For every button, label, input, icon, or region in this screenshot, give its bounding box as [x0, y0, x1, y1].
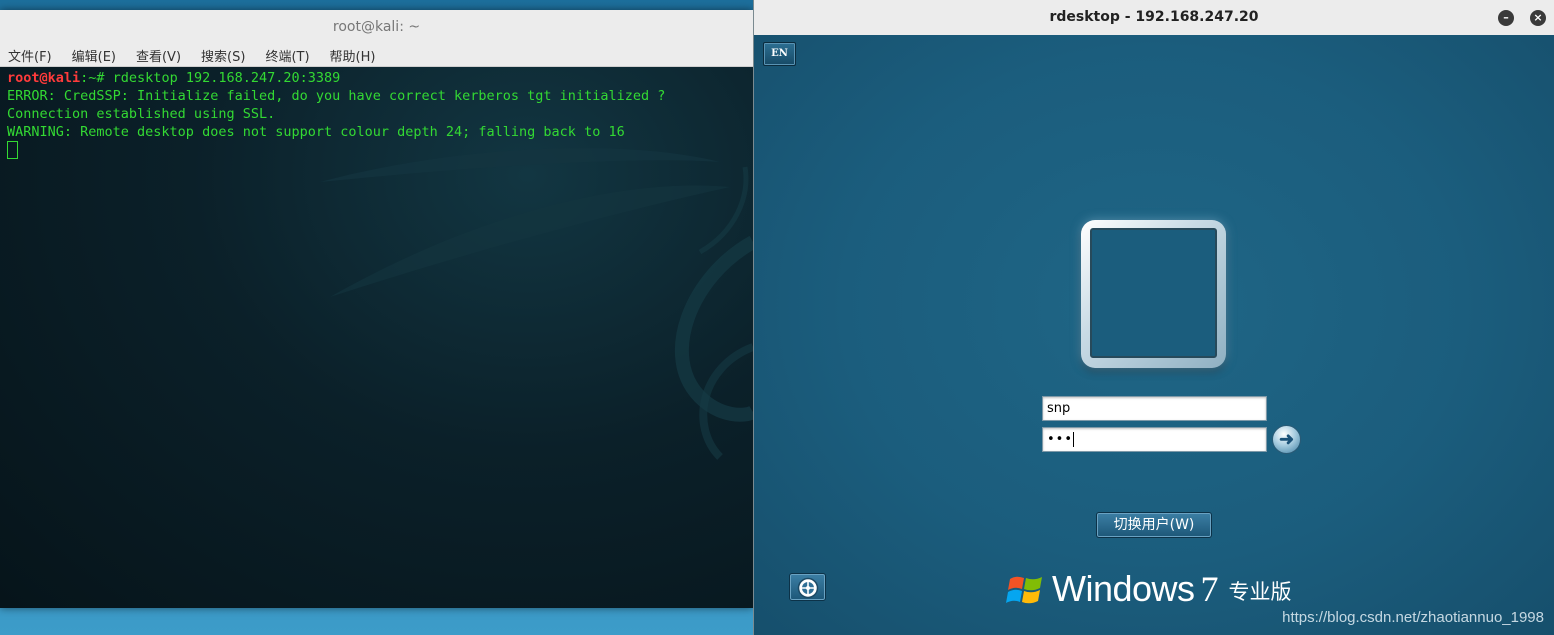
output-line: WARNING: Remote desktop does not support…	[7, 124, 625, 140]
windows-wordmark: Windows	[1052, 568, 1195, 609]
output-line: ERROR: CredSSP: Initialize failed, do yo…	[7, 88, 666, 104]
remote-login-screen[interactable]: EN snp ••• ➜ 切换用户(W) Windows 7 专业版	[754, 35, 1554, 635]
windows-edition: 专业版	[1228, 580, 1292, 604]
language-button[interactable]: EN	[763, 42, 796, 66]
terminal-window[interactable]: root@kali: ~ 文件(F) 编辑(E) 查看(V) 搜索(S) 终端(…	[0, 10, 753, 608]
arrow-right-icon[interactable]: ➜	[1272, 425, 1301, 454]
password-field[interactable]: •••	[1042, 427, 1267, 452]
menu-help[interactable]: 帮助(H)	[328, 46, 378, 65]
rdesktop-window[interactable]: rdesktop - 192.168.247.20 – × EN snp •••…	[753, 0, 1554, 635]
avatar	[1090, 228, 1217, 358]
rdesktop-titlebar: rdesktop - 192.168.247.20 – ×	[754, 0, 1554, 35]
rdesktop-title: rdesktop - 192.168.247.20	[1049, 9, 1259, 25]
menu-edit[interactable]: 编辑(E)	[70, 46, 118, 65]
terminal-body[interactable]: root@kali:~# rdesktop 192.168.247.20:338…	[0, 67, 753, 608]
text-caret	[1073, 432, 1075, 447]
ease-of-access-icon	[797, 577, 819, 599]
windows-flag-icon	[1006, 576, 1042, 604]
username-field[interactable]: snp	[1042, 396, 1267, 421]
minimize-icon[interactable]: –	[1498, 10, 1514, 26]
user-avatar-frame	[1081, 220, 1226, 368]
menu-view[interactable]: 查看(V)	[134, 46, 183, 65]
menu-search[interactable]: 搜索(S)	[199, 46, 247, 65]
menu-terminal[interactable]: 终端(T)	[263, 46, 311, 65]
command-text: rdesktop 192.168.247.20:3389	[112, 70, 341, 86]
password-value: •••	[1047, 432, 1074, 447]
prompt-path: :~#	[80, 70, 113, 86]
windows-7-brand: Windows 7 专业版	[1006, 567, 1292, 609]
terminal-cursor	[7, 141, 18, 159]
command-line: root@kali:~# rdesktop 192.168.247.20:338…	[7, 69, 665, 87]
csdn-watermark: https://blog.csdn.net/zhaotiannuo_1998	[1282, 609, 1544, 626]
menu-file[interactable]: 文件(F)	[6, 46, 54, 65]
ease-of-access-button[interactable]	[789, 573, 826, 601]
terminal-menubar: 文件(F) 编辑(E) 查看(V) 搜索(S) 终端(T) 帮助(H)	[0, 44, 753, 67]
terminal-title: root@kali: ~	[0, 10, 753, 44]
prompt-user: root@kali	[7, 70, 81, 86]
switch-user-button[interactable]: 切换用户(W)	[1096, 512, 1212, 538]
windows-version: 7	[1200, 569, 1219, 609]
terminal-output: root@kali:~# rdesktop 192.168.247.20:338…	[7, 69, 665, 159]
output-line: Connection established using SSL.	[7, 106, 276, 122]
close-icon[interactable]: ×	[1530, 10, 1546, 26]
